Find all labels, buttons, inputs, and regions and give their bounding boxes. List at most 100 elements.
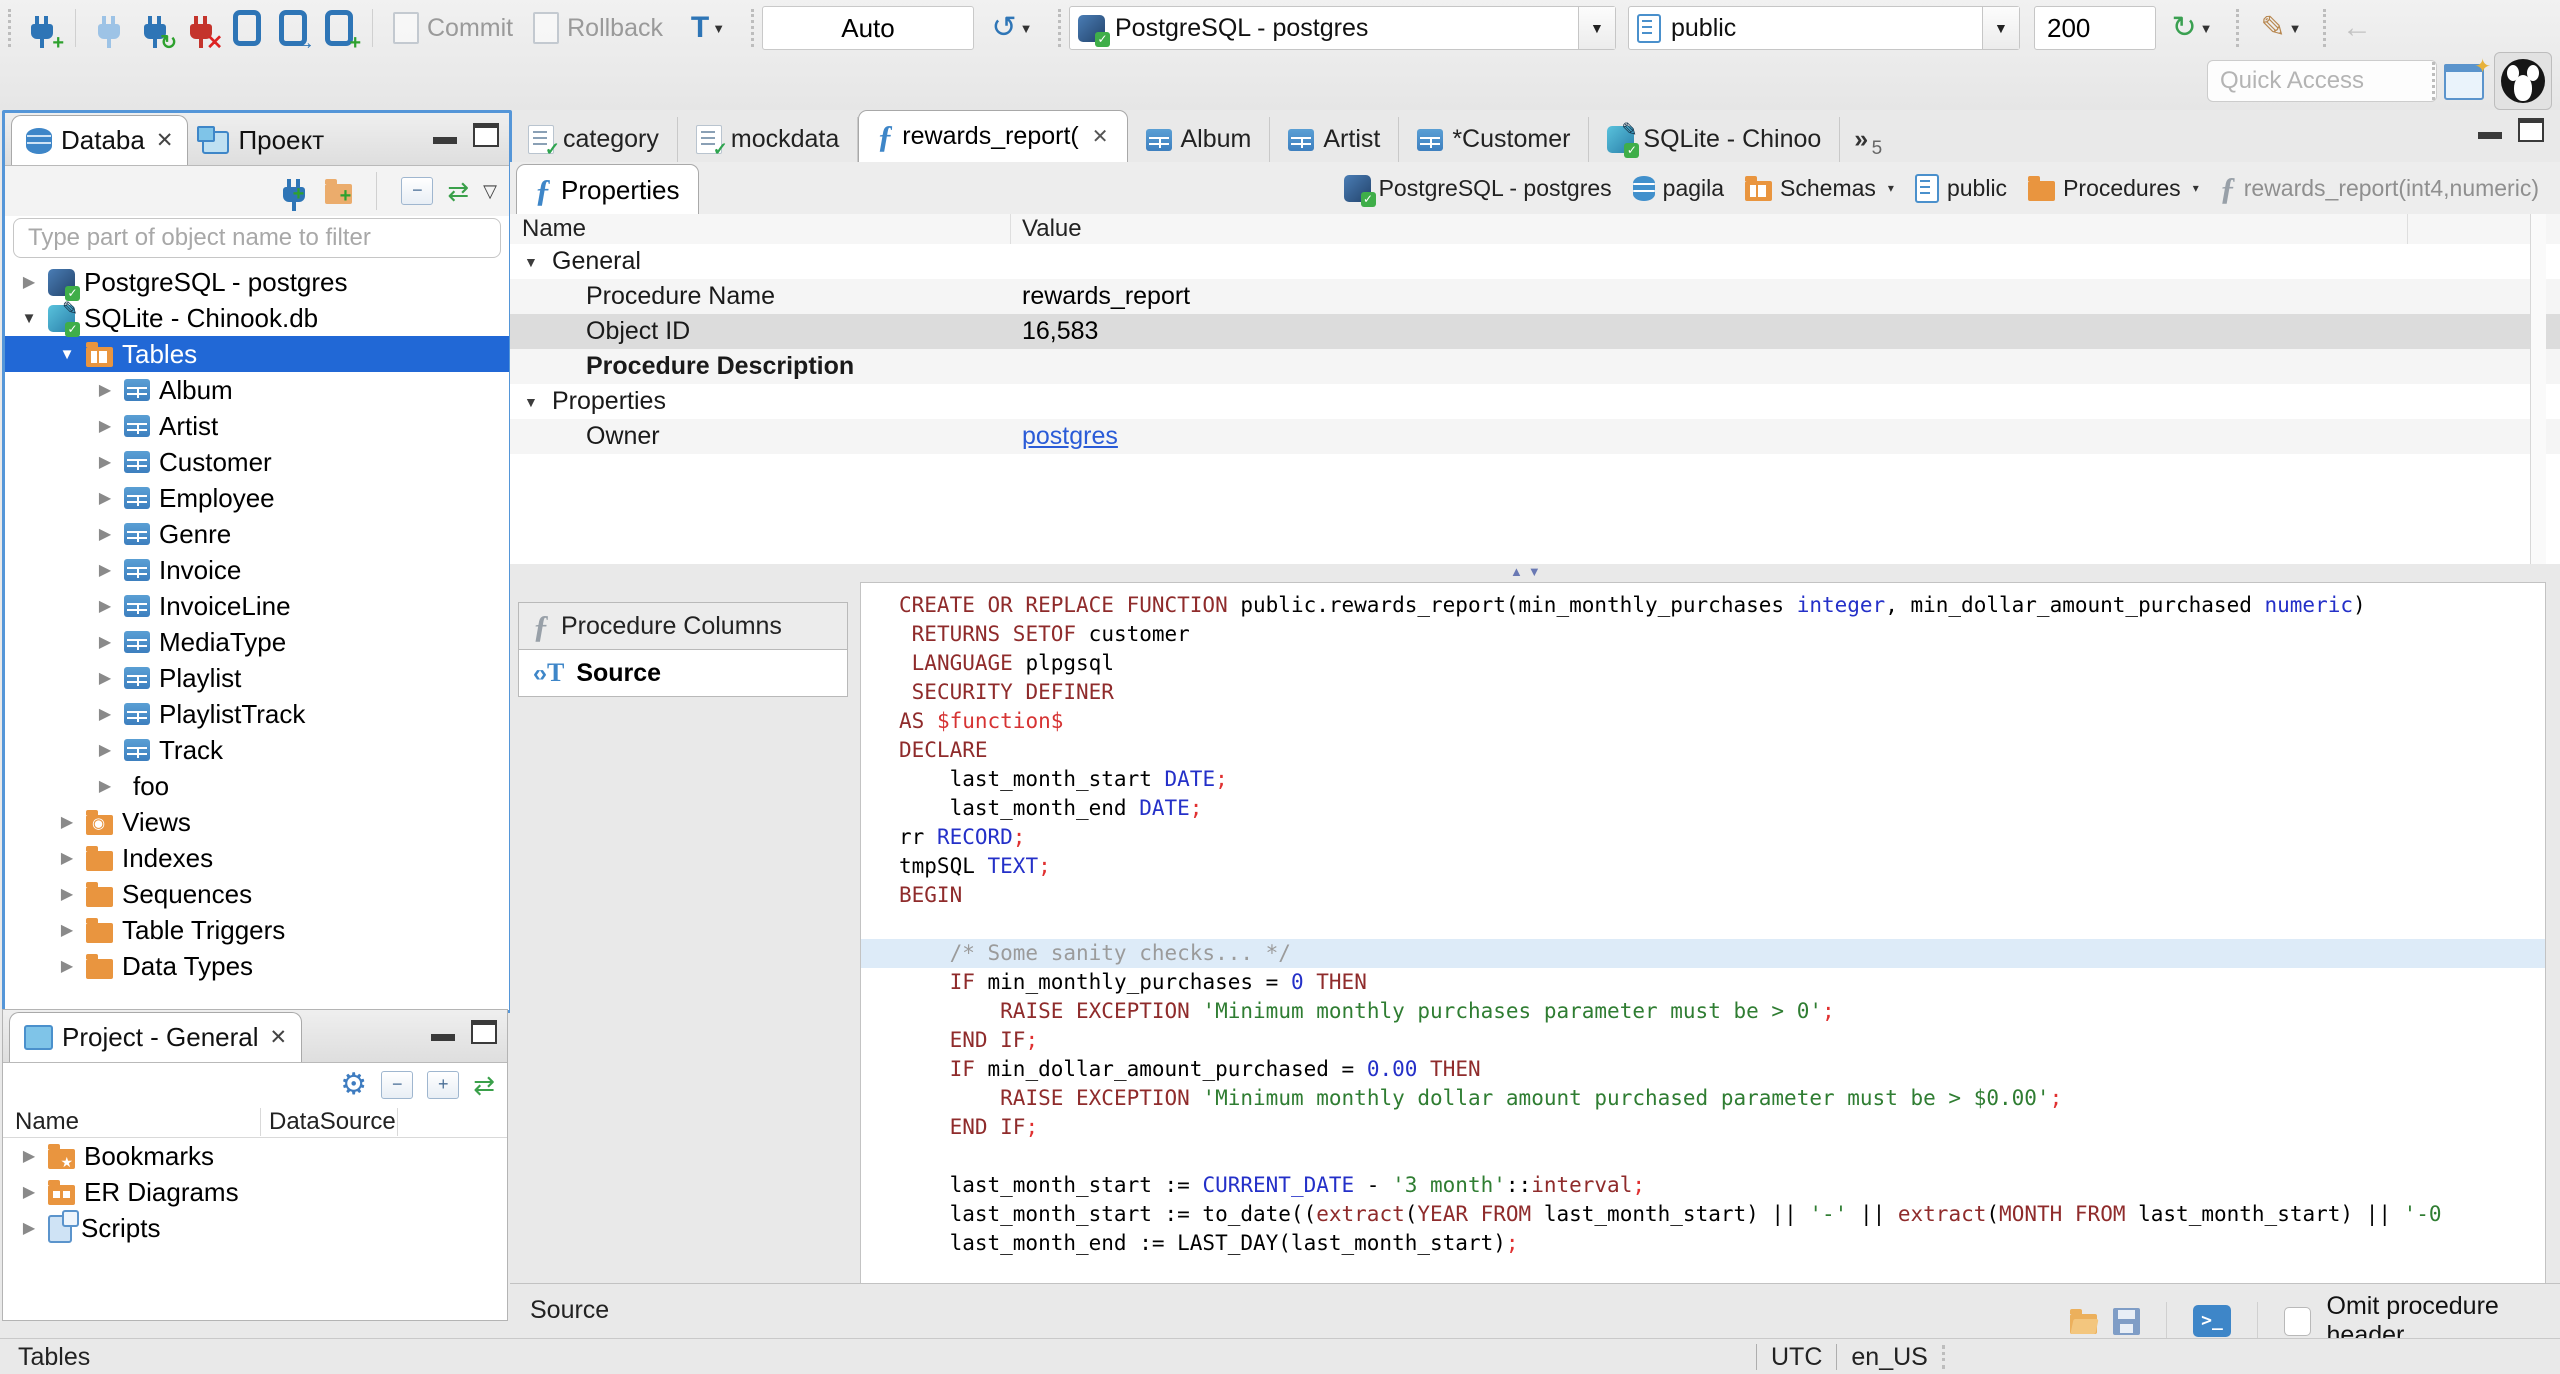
property-row-owner[interactable]: Owner postgres xyxy=(510,419,2560,454)
expander-right-icon[interactable]: ▶ xyxy=(19,1182,39,1202)
tree-item-mediatype[interactable]: ▶ MediaType xyxy=(5,624,509,660)
breadcrumb-item-schemas[interactable]: Schemas ▾ xyxy=(1738,175,1901,202)
tab-properties[interactable]: Properties xyxy=(516,164,699,215)
timezone-status[interactable]: UTC xyxy=(1771,1343,1822,1372)
tree-item-scripts[interactable]: ▶ Scripts xyxy=(3,1210,507,1246)
commit-button[interactable]: Commit xyxy=(383,12,523,44)
disconnect-button[interactable]: ✕ xyxy=(178,5,224,53)
chevron-down-icon[interactable]: ▾ xyxy=(2193,181,2199,195)
expander-right-icon[interactable]: ▶ xyxy=(57,956,77,976)
expander-right-icon[interactable]: ▶ xyxy=(95,380,115,400)
column-header-name[interactable]: Name xyxy=(522,215,586,243)
expander-right-icon[interactable]: ▶ xyxy=(57,848,77,868)
breadcrumb-item-public[interactable]: public xyxy=(1908,173,2014,203)
tree-item-track[interactable]: ▶ Track xyxy=(5,732,509,768)
tree-item-playlist[interactable]: ▶ Playlist xyxy=(5,660,509,696)
link-with-editor-icon[interactable]: ⇄ xyxy=(473,1072,495,1098)
tab-database-navigator[interactable]: Databa ✕ xyxy=(11,115,189,165)
editor-tab-mockdata[interactable]: mockdata xyxy=(678,117,859,162)
new-connection-button[interactable]: + xyxy=(283,178,306,211)
expander-down-icon[interactable]: ▼ xyxy=(57,346,77,363)
minimize-button[interactable] xyxy=(2478,131,2502,139)
tree-item-invoiceline[interactable]: ▶ InvoiceLine xyxy=(5,588,509,624)
expander-right-icon[interactable]: ▶ xyxy=(19,1146,39,1166)
tree-item-indexes[interactable]: ▶ Indexes xyxy=(5,840,509,876)
section-tab-procedure-columns[interactable]: Procedure Columns xyxy=(518,602,848,650)
query-history-button[interactable]: ↺ ▼ xyxy=(974,5,1050,51)
collapse-all-button[interactable]: − xyxy=(381,1071,414,1099)
tab-project-general[interactable]: Project - General ✕ xyxy=(9,1012,303,1062)
column-header-datasource[interactable]: DataSource xyxy=(261,1108,398,1136)
new-sql-editor-button[interactable]: + xyxy=(316,5,362,53)
horizontal-splitter[interactable]: ▲▼ xyxy=(510,564,2560,582)
active-schema-select[interactable]: public ▼ xyxy=(1627,6,2020,50)
property-row-properties[interactable]: ▼ Properties xyxy=(510,384,2560,419)
expander-right-icon[interactable]: ▶ xyxy=(95,560,115,580)
expander-right-icon[interactable]: ▶ xyxy=(95,452,115,472)
editor-tab-artist[interactable]: Artist xyxy=(1270,117,1400,162)
maximize-button[interactable] xyxy=(471,1020,497,1044)
rollback-button[interactable]: Rollback xyxy=(523,12,673,44)
expander-right-icon[interactable]: ▶ xyxy=(95,416,115,436)
editor-tab-category[interactable]: category xyxy=(510,117,678,162)
expander-right-icon[interactable]: ▶ xyxy=(57,920,77,940)
column-header-name[interactable]: Name xyxy=(3,1108,261,1136)
chevron-down-icon[interactable]: ▾ xyxy=(1888,181,1894,195)
maximize-button[interactable] xyxy=(2518,118,2544,142)
close-icon[interactable]: ✕ xyxy=(156,128,174,153)
sql-editor-button[interactable] xyxy=(224,5,270,51)
expander-right-icon[interactable]: ▶ xyxy=(95,776,115,796)
expander-right-icon[interactable]: ▶ xyxy=(95,740,115,760)
back-button[interactable]: ← xyxy=(2334,5,2380,51)
editor-tab-customer[interactable]: *Customer xyxy=(1399,117,1590,162)
editor-tab-sqlite-chinoo[interactable]: SQLite - Chinoo xyxy=(1589,117,1841,162)
chevron-down-icon[interactable]: ▼ xyxy=(1981,7,2019,49)
open-console-button[interactable] xyxy=(2193,1305,2231,1337)
expander-right-icon[interactable]: ▶ xyxy=(95,668,115,688)
minimize-button[interactable] xyxy=(431,1033,455,1041)
expander-right-icon[interactable]: ▶ xyxy=(57,884,77,904)
property-row-general[interactable]: ▼ General xyxy=(510,244,2560,279)
property-row-procedure-name[interactable]: Procedure Name rewards_report xyxy=(510,279,2560,314)
omit-procedure-header-checkbox[interactable] xyxy=(2284,1306,2311,1336)
breadcrumb-item-postgresql-postgres[interactable]: PostgreSQL - postgres xyxy=(1337,174,1619,207)
tree-item-tables[interactable]: ▼ Tables xyxy=(5,336,509,372)
new-folder-button[interactable]: + xyxy=(325,178,353,206)
properties-scrollbar[interactable] xyxy=(2530,214,2546,564)
splitter-arrows-icon[interactable]: ▲▼ xyxy=(1510,564,1546,579)
tab-projects[interactable]: Проект xyxy=(188,116,338,165)
expander-right-icon[interactable]: ▶ xyxy=(19,272,39,292)
expander-down-icon[interactable]: ▼ xyxy=(510,254,550,270)
link-with-editor-icon[interactable]: ⇄ xyxy=(447,178,469,204)
breadcrumb-item-pagila[interactable]: pagila xyxy=(1626,175,1731,202)
minimize-button[interactable] xyxy=(433,136,457,144)
tree-item-bookmarks[interactable]: ▶ Bookmarks xyxy=(3,1138,507,1174)
expander-right-icon[interactable]: ▶ xyxy=(95,488,115,508)
tree-item-er-diagrams[interactable]: ▶ ER Diagrams xyxy=(3,1174,507,1210)
editor-tab-album[interactable]: Album xyxy=(1128,117,1271,162)
hidden-tabs-button[interactable]: » 5 xyxy=(1840,125,1882,162)
column-header-value[interactable]: Value xyxy=(1022,215,1082,243)
result-set-limit-input[interactable] xyxy=(2033,6,2156,50)
tree-item-artist[interactable]: ▶ Artist xyxy=(5,408,509,444)
maximize-button[interactable] xyxy=(473,123,499,147)
expander-right-icon[interactable]: ▶ xyxy=(19,1218,39,1238)
expander-right-icon[interactable]: ▶ xyxy=(95,524,115,544)
tree-item-data-types[interactable]: ▶ Data Types xyxy=(5,948,509,984)
save-to-file-button[interactable] xyxy=(2113,1307,2140,1335)
locale-status[interactable]: en_US xyxy=(1851,1343,1927,1372)
tree-item-album[interactable]: ▶ Album xyxy=(5,372,509,408)
connect-button[interactable] xyxy=(86,5,132,51)
close-icon[interactable]: ✕ xyxy=(1092,124,1109,149)
tree-item-sqlite-chinook-db[interactable]: ▼ SQLite - Chinook.db xyxy=(5,298,509,337)
active-connection-select[interactable]: PostgreSQL - postgres ▼ xyxy=(1068,6,1616,50)
tree-item-customer[interactable]: ▶ Customer xyxy=(5,444,509,480)
tree-item-sequences[interactable]: ▶ Sequences xyxy=(5,876,509,912)
open-perspective-button[interactable] xyxy=(2444,54,2491,105)
expander-down-icon[interactable]: ▼ xyxy=(19,310,39,327)
expander-right-icon[interactable]: ▶ xyxy=(95,704,115,724)
tree-item-employee[interactable]: ▶ Employee xyxy=(5,480,509,516)
expander-right-icon[interactable]: ▶ xyxy=(57,812,77,832)
close-icon[interactable]: ✕ xyxy=(270,1025,288,1050)
quick-access-input[interactable] xyxy=(2207,60,2437,102)
